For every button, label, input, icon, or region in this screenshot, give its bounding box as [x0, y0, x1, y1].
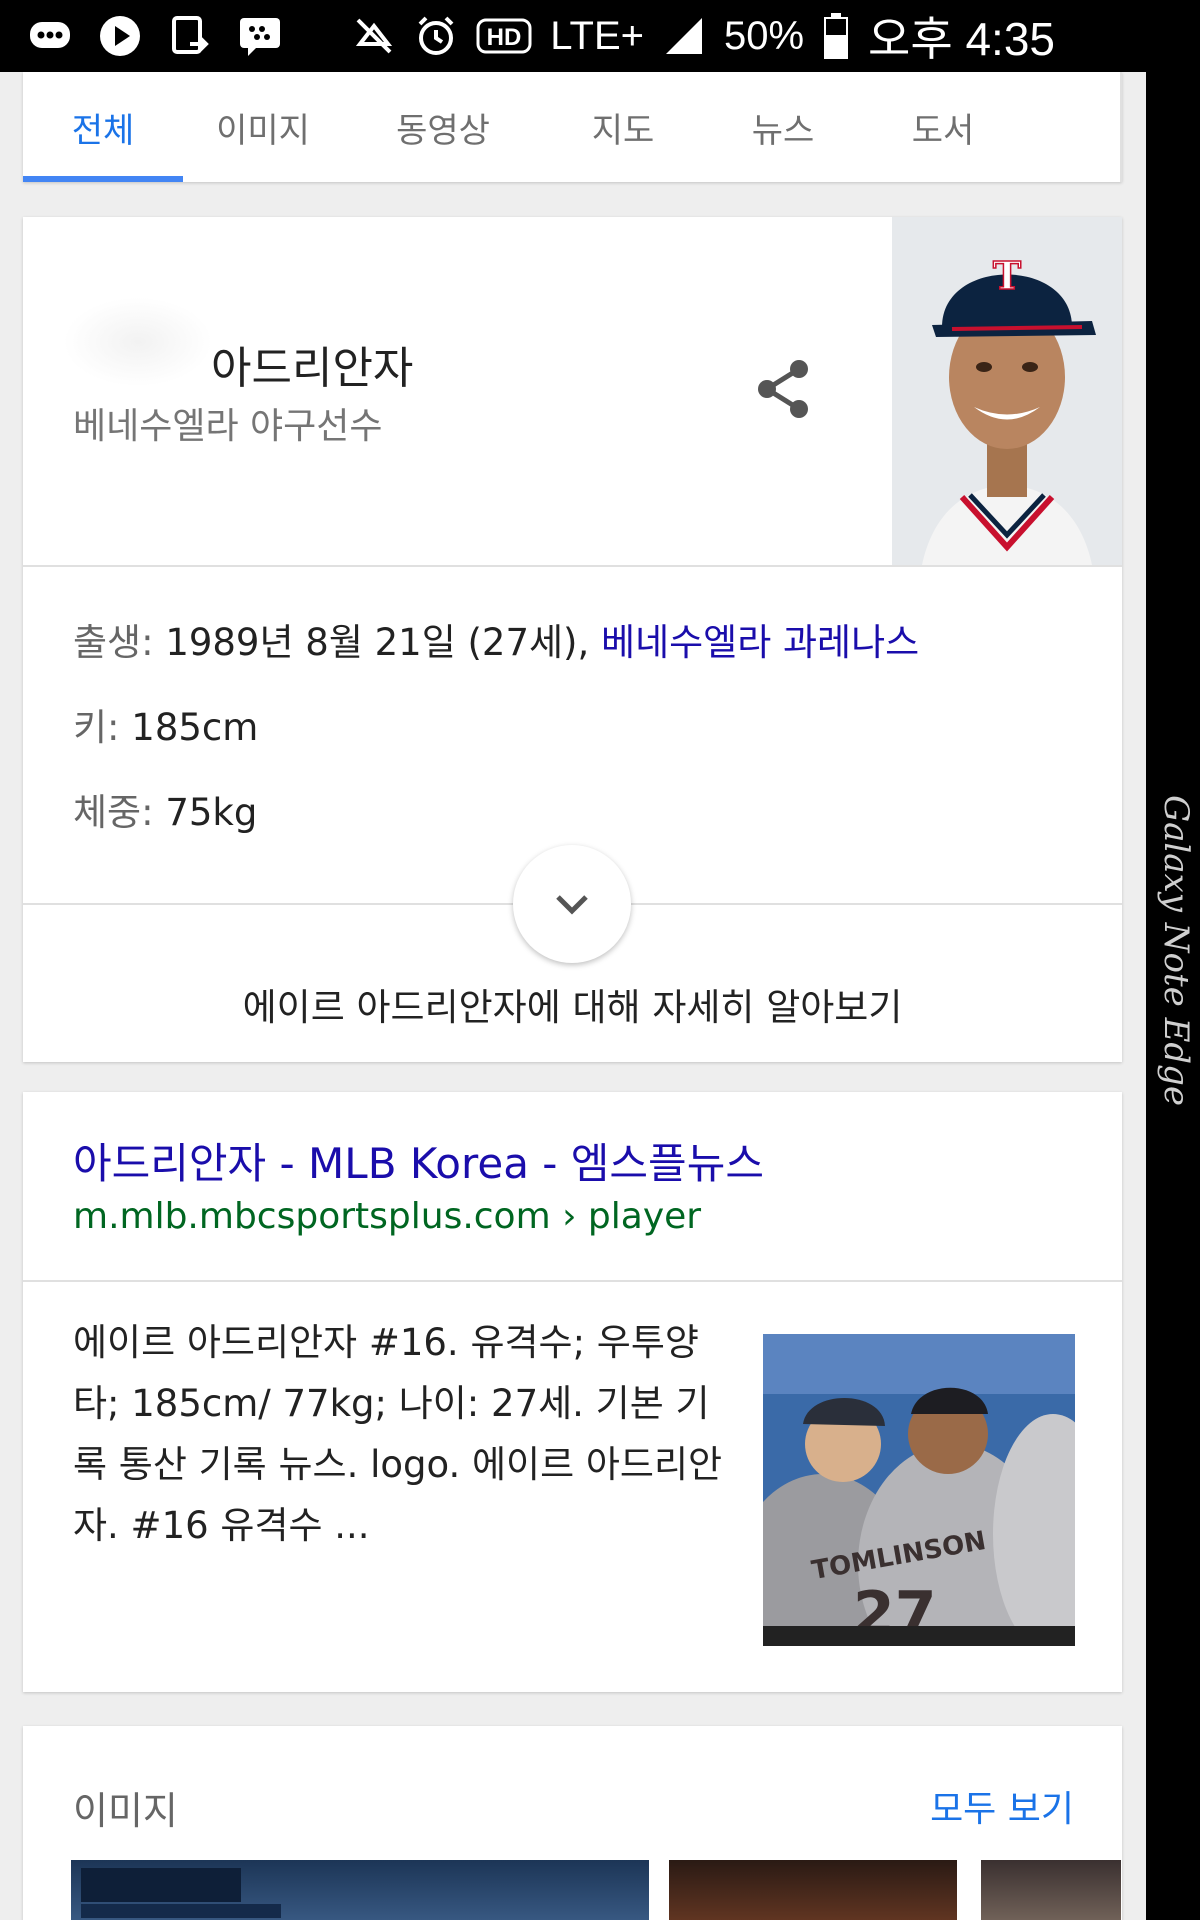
fact-born-label: 출생:	[73, 621, 154, 664]
signal-icon	[662, 14, 706, 58]
redacted-name-part	[63, 297, 213, 387]
network-type: LTE+	[550, 13, 644, 58]
see-all-link[interactable]: 모두 보기	[930, 1780, 1074, 1832]
chevron-down-icon	[556, 895, 588, 915]
active-tab-indicator	[23, 176, 183, 182]
knowledge-panel: 아드리안자 베네수엘라 야구선수 T 출생: 1989년 8월 21일 (27세…	[23, 217, 1122, 1062]
search-tabs: 전체 이미지 동영상 지도 뉴스 도서	[23, 72, 1122, 182]
svg-text:T: T	[993, 253, 1021, 298]
screen-share-icon	[168, 14, 212, 58]
image-thumbnail[interactable]	[71, 1860, 649, 1920]
play-icon	[98, 14, 142, 58]
image-thumbnail[interactable]	[669, 1860, 957, 1920]
share-icon[interactable]	[753, 357, 813, 421]
result-title-link[interactable]: 아드리안자 - MLB Korea - 엠스플뉴스	[73, 1130, 764, 1191]
fact-born: 출생: 1989년 8월 21일 (27세), 베네수엘라 과레나스	[73, 612, 919, 666]
search-results: 전체 이미지 동영상 지도 뉴스 도서 아드리안자 베네수엘라 야구선수 T 출…	[0, 72, 1146, 1920]
learn-more-link[interactable]: 에이르 아드리안자에 대해 자세히 알아보기	[23, 977, 1122, 1031]
fact-born-value: 1989년 8월 21일 (27세),	[165, 621, 590, 664]
tab-news[interactable]: 뉴스	[703, 72, 863, 182]
tab-videos[interactable]: 동영상	[343, 72, 543, 182]
tab-images[interactable]: 이미지	[183, 72, 343, 182]
images-section: 이미지 모두 보기	[23, 1726, 1122, 1920]
fact-weight: 체중: 75kg	[73, 782, 257, 836]
fact-height-label: 키:	[73, 706, 120, 749]
svg-text:HD: HD	[487, 24, 522, 51]
battery-percent: 50%	[723, 13, 805, 58]
divider	[23, 565, 1122, 567]
tab-maps[interactable]: 지도	[543, 72, 703, 182]
entity-subtitle: 베네수엘라 야구선수	[73, 406, 383, 447]
mute-icon	[352, 14, 396, 58]
search-result: 아드리안자 - MLB Korea - 엠스플뉴스 m.mlb.mbcsport…	[23, 1092, 1122, 1692]
fact-weight-label: 체중:	[73, 791, 154, 834]
alarm-icon	[414, 14, 458, 58]
fact-height-value: 185cm	[131, 706, 259, 749]
bbm-icon	[238, 14, 282, 58]
battery-icon	[822, 13, 850, 59]
tab-all[interactable]: 전체	[23, 72, 183, 182]
image-thumbnail[interactable]	[981, 1860, 1121, 1920]
player-photo[interactable]: T	[892, 217, 1122, 565]
born-place-link[interactable]: 베네수엘라 과레나스	[601, 621, 919, 664]
expand-button[interactable]	[513, 845, 631, 963]
fact-weight-value: 75kg	[165, 791, 258, 834]
divider	[23, 1280, 1122, 1282]
status-bar: HD LTE+ 50% 오후 4:35	[0, 0, 1200, 72]
result-url: m.mlb.mbcsportsplus.com › player	[73, 1196, 702, 1237]
result-snippet: 에이르 아드리안자 #16. 유격수; 우투양타; 185cm/ 77kg; 나…	[73, 1321, 723, 1547]
clock: 오후 4:35	[868, 13, 1055, 65]
hd-voice-icon: HD	[476, 14, 532, 58]
tab-books[interactable]: 도서	[863, 72, 1023, 182]
device-edge-label: Galaxy Note Edge	[1156, 795, 1196, 1107]
images-heading: 이미지	[73, 1789, 178, 1833]
entity-name: 아드리안자	[211, 343, 414, 394]
tab-divider	[1120, 72, 1122, 182]
result-thumbnail[interactable]: TOMLINSON 27	[763, 1334, 1075, 1646]
fact-height: 키: 185cm	[73, 697, 258, 751]
messenger-icon	[28, 14, 72, 58]
